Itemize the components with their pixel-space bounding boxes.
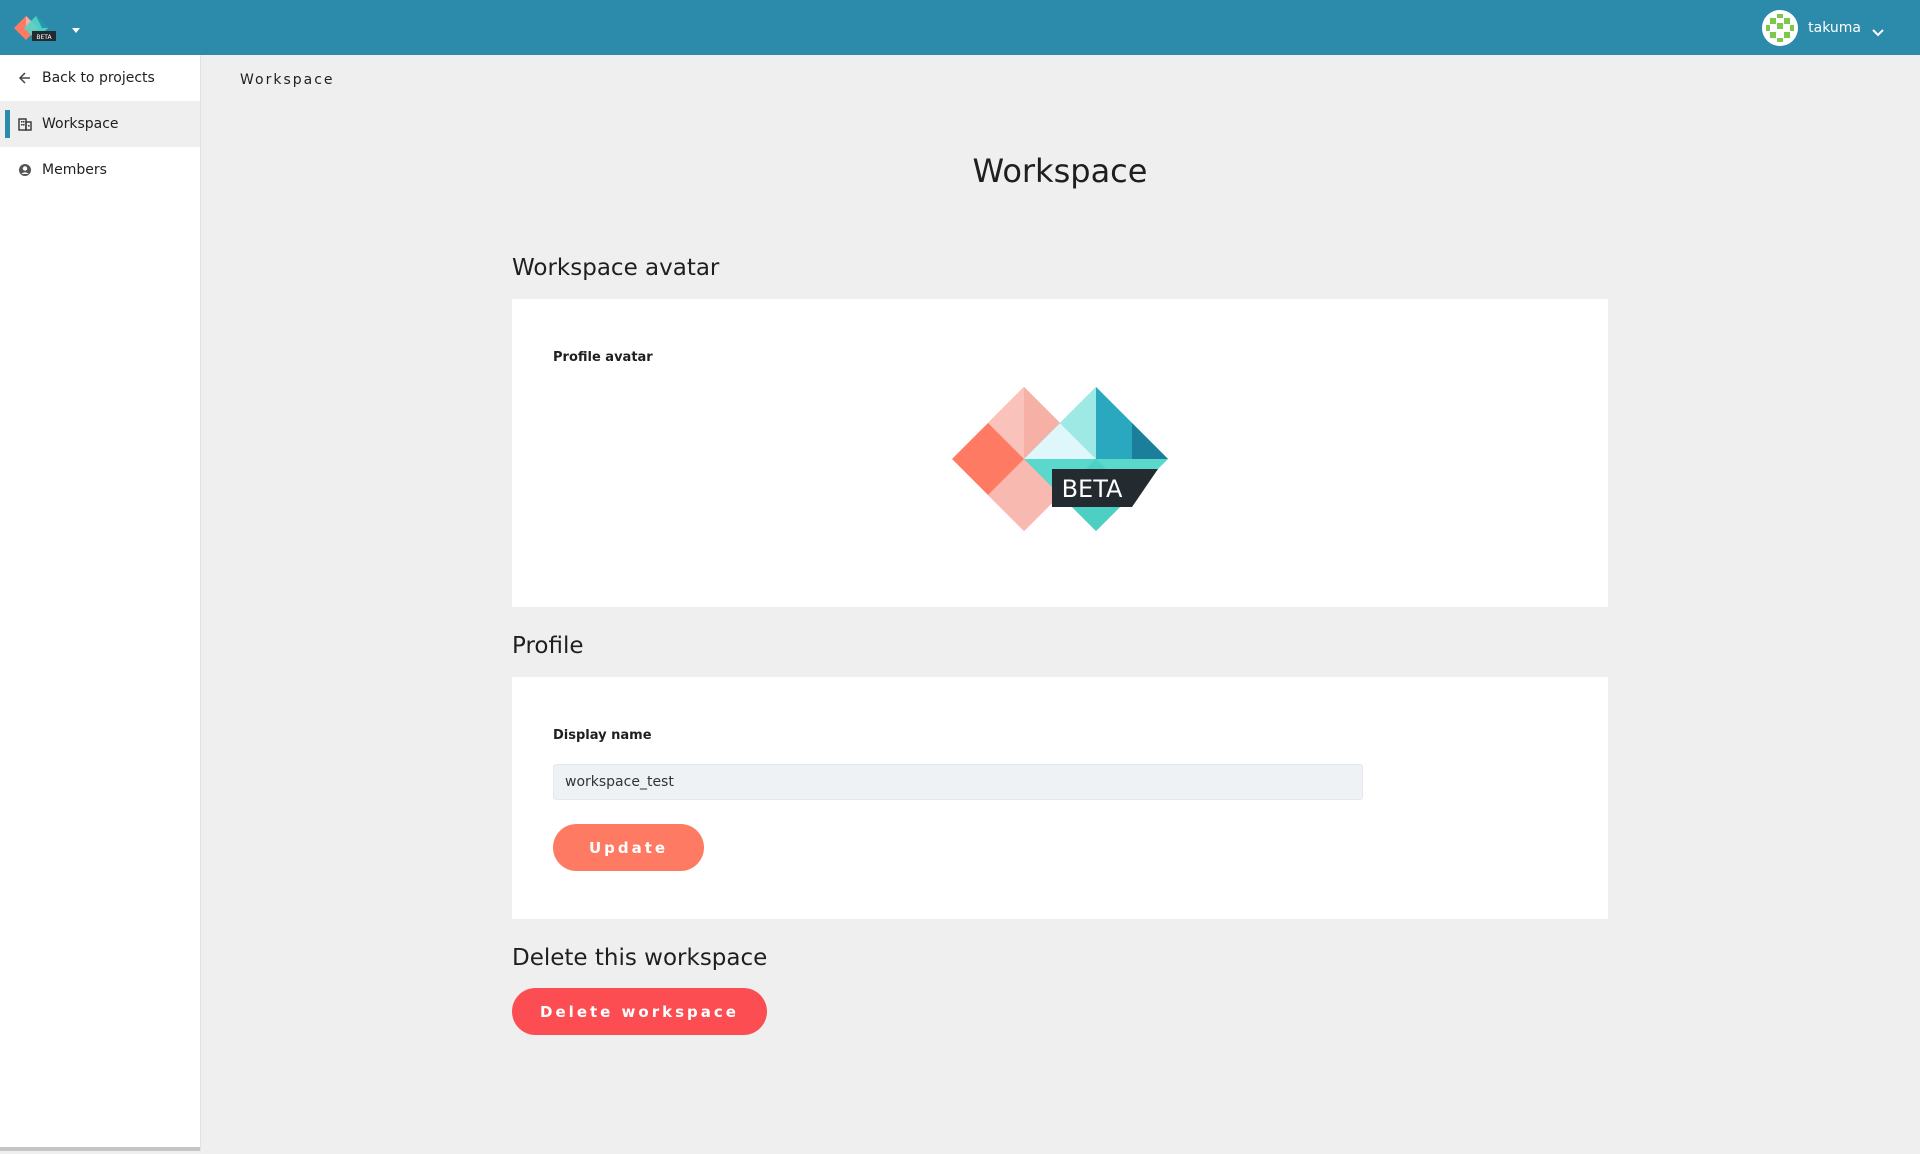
profile-card: Display name Update: [512, 677, 1608, 919]
page-title: Workspace: [972, 152, 1148, 190]
building-icon: [18, 117, 32, 131]
sidebar-item-label: Members: [42, 162, 107, 178]
user-circle-icon: [18, 163, 32, 177]
sidebar-item-workspace[interactable]: Workspace: [0, 101, 200, 147]
workspace-avatar-image[interactable]: BETA: [952, 387, 1168, 531]
user-avatar: [1762, 10, 1799, 46]
display-name-label: Display name: [553, 728, 652, 743]
delete-workspace-button[interactable]: Delete workspace: [512, 988, 767, 1035]
user-name: takuma: [1808, 20, 1861, 36]
breadcrumb: Workspace: [240, 72, 335, 88]
logo-caret-down-icon[interactable]: [70, 20, 82, 33]
app-logo-icon[interactable]: BETA: [12, 9, 62, 47]
logo-badge-text: BETA: [36, 34, 52, 41]
top-header: BETA takuma: [0, 0, 1920, 55]
profile-avatar-label: Profile avatar: [553, 350, 653, 365]
display-name-input[interactable]: [553, 764, 1363, 800]
sidebar-item-back-to-projects[interactable]: Back to projects: [0, 55, 200, 101]
active-indicator: [5, 110, 10, 138]
chevron-down-icon: [1871, 23, 1885, 37]
workspace-avatar-card: Profile avatar BETA: [512, 299, 1608, 607]
user-menu[interactable]: takuma: [1762, 10, 1885, 46]
update-button[interactable]: Update: [553, 824, 704, 871]
sidebar: Back to projects Workspace Members: [0, 55, 201, 1151]
avatar-badge-text: BETA: [1062, 475, 1123, 503]
sidebar-item-members[interactable]: Members: [0, 147, 200, 193]
delete-workspace-title: Delete this workspace: [512, 945, 768, 971]
workspace-avatar-title: Workspace avatar: [512, 255, 720, 281]
sidebar-item-label: Back to projects: [42, 70, 155, 86]
arrow-left-icon: [18, 71, 32, 85]
sidebar-item-label: Workspace: [42, 116, 119, 132]
sidebar-scrollbar[interactable]: [0, 1147, 200, 1151]
profile-title: Profile: [512, 633, 584, 659]
